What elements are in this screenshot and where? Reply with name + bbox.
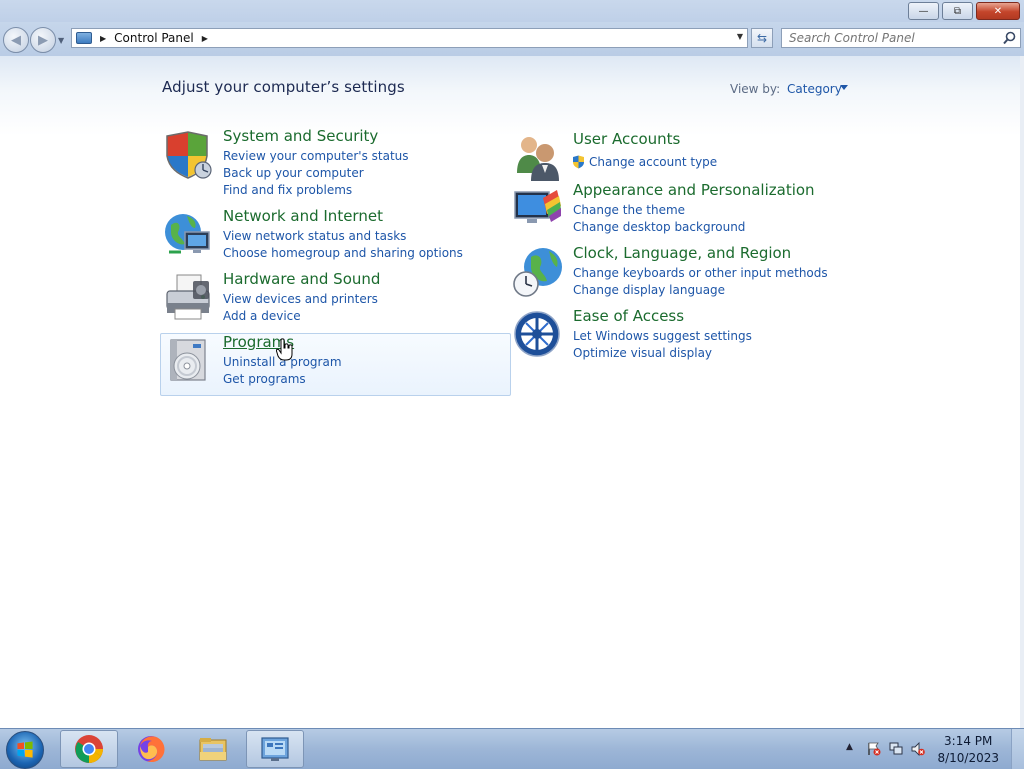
uac-shield-icon	[573, 155, 584, 169]
clock-time: 3:14 PM	[944, 734, 993, 748]
category-title-network-internet[interactable]: Network and Internet	[223, 207, 383, 225]
link-homegroup-sharing[interactable]: Choose homegroup and sharing options	[223, 246, 463, 260]
taskbar-chrome[interactable]	[60, 730, 118, 768]
address-bar[interactable]: ▶ Control Panel ▶ ▼	[71, 28, 748, 48]
start-button[interactable]	[6, 731, 44, 769]
navigation-bar: ◀ ▶ ▼ ▶ Control Panel ▶ ▼ ⇆	[0, 22, 1024, 56]
network-icon[interactable]	[889, 742, 903, 756]
refresh-icon[interactable]: ⇆	[751, 28, 773, 48]
control-panel-small-icon	[76, 32, 92, 44]
link-devices-printers[interactable]: View devices and printers	[223, 292, 378, 306]
programs-disc-icon	[170, 339, 206, 381]
link-suggest-settings[interactable]: Let Windows suggest settings	[573, 329, 752, 343]
control-panel-icon	[261, 737, 289, 761]
action-center-flag-icon[interactable]	[867, 742, 881, 756]
view-by-label: View by:	[730, 82, 781, 96]
monitor-palette-icon	[514, 190, 561, 223]
globe-clock-icon	[513, 248, 562, 297]
file-explorer-icon	[199, 738, 227, 761]
category-title-user-accounts[interactable]: User Accounts	[573, 130, 680, 148]
show-hidden-icons-icon[interactable]: ▲	[846, 742, 853, 752]
link-change-theme[interactable]: Change the theme	[573, 203, 685, 217]
system-tray: ▲ 3:14 PM 8/10/2023	[840, 729, 1024, 769]
breadcrumb-chevron-icon[interactable]: ▶	[100, 34, 106, 43]
link-review-status[interactable]: Review your computer's status	[223, 149, 409, 163]
link-back-up[interactable]: Back up your computer	[223, 166, 364, 180]
category-title-system-security[interactable]: System and Security	[223, 127, 378, 145]
close-icon[interactable]: ✕	[976, 2, 1020, 20]
search-icon[interactable]	[1003, 31, 1016, 45]
users-icon	[517, 137, 559, 181]
chrome-icon	[75, 735, 103, 763]
link-find-fix-problems[interactable]: Find and fix problems	[223, 183, 352, 197]
taskbar-clock[interactable]: 3:14 PM 8/10/2023	[937, 733, 999, 767]
category-title-clock-language-region[interactable]: Clock, Language, and Region	[573, 244, 791, 262]
forward-arrow-icon[interactable]: ▶	[30, 27, 56, 53]
windows-logo-icon	[17, 741, 33, 758]
shield-icon	[166, 131, 212, 179]
restore-icon[interactable]: ⧉	[942, 2, 973, 20]
ease-of-access-icon	[514, 311, 560, 357]
link-view-network-status[interactable]: View network status and tasks	[223, 229, 406, 243]
show-desktop-button[interactable]	[1011, 729, 1024, 769]
link-add-device[interactable]: Add a device	[223, 309, 301, 323]
page-title: Adjust your computer’s settings	[162, 78, 405, 96]
category-title-ease-of-access[interactable]: Ease of Access	[573, 307, 684, 325]
chevron-down-icon[interactable]	[840, 85, 848, 90]
recent-pages-dropdown-icon[interactable]: ▼	[58, 36, 64, 45]
printer-icon	[166, 274, 210, 320]
link-change-desktop-background[interactable]: Change desktop background	[573, 220, 745, 234]
search-input[interactable]	[781, 28, 1021, 48]
link-change-account-type[interactable]: Change account type	[589, 155, 717, 169]
link-change-keyboards[interactable]: Change keyboards or other input methods	[573, 266, 828, 280]
window-title-bar: — ⧉ ✕	[0, 0, 1024, 22]
network-globe-icon	[165, 214, 210, 254]
link-change-display-language[interactable]: Change display language	[573, 283, 725, 297]
link-optimize-visual-display[interactable]: Optimize visual display	[573, 346, 712, 360]
window-right-edge	[1020, 56, 1024, 728]
address-dropdown-icon[interactable]: ▼	[737, 32, 743, 41]
control-panel-content: Adjust your computer’s settings View by:…	[0, 56, 1024, 728]
minimize-icon[interactable]: —	[908, 2, 939, 20]
taskbar: ▲ 3:14 PM 8/10/2023	[0, 728, 1024, 769]
breadcrumb-control-panel[interactable]: Control Panel	[114, 31, 194, 45]
hand-cursor-icon	[276, 338, 293, 361]
back-arrow-icon[interactable]: ◀	[3, 27, 29, 53]
taskbar-file-explorer[interactable]	[184, 730, 242, 768]
link-get-programs[interactable]: Get programs	[223, 372, 306, 386]
volume-muted-icon[interactable]	[911, 742, 925, 756]
taskbar-control-panel[interactable]	[246, 730, 304, 768]
view-by-dropdown[interactable]: Category	[787, 82, 842, 96]
breadcrumb-chevron-icon[interactable]: ▶	[202, 34, 208, 43]
taskbar-firefox[interactable]	[122, 730, 180, 768]
clock-date: 8/10/2023	[937, 751, 999, 765]
category-title-hardware-sound[interactable]: Hardware and Sound	[223, 270, 380, 288]
caption-buttons: — ⧉ ✕	[908, 2, 1020, 20]
category-title-appearance-personalization[interactable]: Appearance and Personalization	[573, 181, 815, 199]
firefox-icon	[138, 736, 165, 763]
